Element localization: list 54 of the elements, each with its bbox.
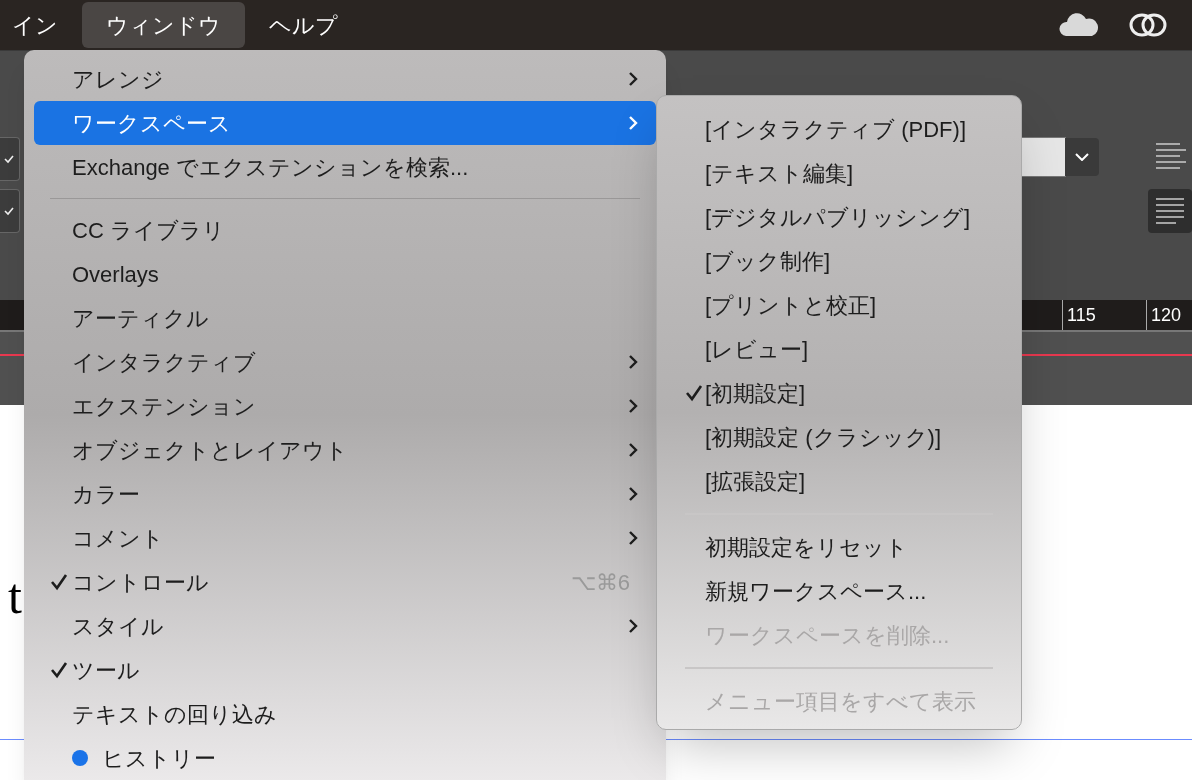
- chevron-down-icon: [1075, 153, 1089, 161]
- check-icon: [4, 154, 14, 164]
- menu-bar-item[interactable]: イン: [0, 2, 82, 48]
- checkmark-icon: [50, 573, 68, 591]
- chevron-right-icon: [628, 442, 638, 458]
- menu-item[interactable]: [拡張設定]: [667, 459, 1011, 503]
- chevron-right-icon: [628, 354, 638, 370]
- menu-item[interactable]: [ブック制作]: [667, 239, 1011, 283]
- document-text: t: [8, 571, 22, 621]
- menu-item[interactable]: ヒストリー: [34, 736, 656, 780]
- ruler-label: 115: [1062, 300, 1146, 330]
- menu-item[interactable]: カラー: [34, 472, 656, 516]
- chevron-right-icon: [628, 398, 638, 414]
- menu-item[interactable]: アレンジ: [34, 57, 656, 101]
- justify-button[interactable]: [1148, 189, 1192, 233]
- chevron-right-icon: [628, 530, 638, 546]
- menu-item[interactable]: オブジェクトとレイアウト: [34, 428, 656, 472]
- menu-item[interactable]: コメント: [34, 516, 656, 560]
- chevron-right-icon: [628, 115, 638, 131]
- menu-bar-item[interactable]: ウィンドウ: [82, 2, 245, 48]
- menu-item[interactable]: [プリントと校正]: [667, 283, 1011, 327]
- menu-item[interactable]: [初期設定 (クラシック)]: [667, 415, 1011, 459]
- checkmark-icon: [685, 384, 703, 402]
- menu-item[interactable]: Exchange でエクステンションを検索...: [34, 145, 656, 189]
- dropdown-button[interactable]: [1065, 138, 1099, 176]
- menu-item[interactable]: ツール: [34, 648, 656, 692]
- checkmark-icon: [50, 661, 68, 679]
- cloud-icon[interactable]: [1058, 12, 1100, 38]
- menu-item[interactable]: [デジタルパブリッシング]: [667, 195, 1011, 239]
- menu-item[interactable]: Overlays: [34, 252, 656, 296]
- ruler-label: 120: [1146, 300, 1192, 330]
- chevron-right-icon: [628, 618, 638, 634]
- checkbox[interactable]: [0, 137, 20, 181]
- menu-item[interactable]: [テキスト編集]: [667, 151, 1011, 195]
- justify-icon: [1156, 198, 1184, 224]
- chevron-right-icon: [628, 71, 638, 87]
- menu-item[interactable]: CC ライブラリ: [34, 208, 656, 252]
- menu-item[interactable]: [インタラクティブ (PDF)]: [667, 107, 1011, 151]
- dropdown-field[interactable]: [1022, 137, 1066, 177]
- menu-item[interactable]: エクステンション: [34, 384, 656, 428]
- menu-item[interactable]: [レビュー]: [667, 327, 1011, 371]
- menu-item[interactable]: インタラクティブ: [34, 340, 656, 384]
- menu-item[interactable]: ワークスペース: [34, 101, 656, 145]
- check-icon: [4, 206, 14, 216]
- align-left-icon[interactable]: [1156, 143, 1186, 169]
- menu-item[interactable]: スタイル: [34, 604, 656, 648]
- menu-item[interactable]: 初期設定をリセット: [667, 525, 1011, 569]
- chevron-right-icon: [628, 486, 638, 502]
- menu-bar-item[interactable]: ヘルプ: [245, 2, 362, 48]
- menu-item[interactable]: 新規ワークスペース...: [667, 569, 1011, 613]
- checkbox[interactable]: [0, 189, 20, 233]
- menu-item[interactable]: [初期設定]: [667, 371, 1011, 415]
- menu-item[interactable]: アーティクル: [34, 296, 656, 340]
- menu-item[interactable]: テキストの回り込み: [34, 692, 656, 736]
